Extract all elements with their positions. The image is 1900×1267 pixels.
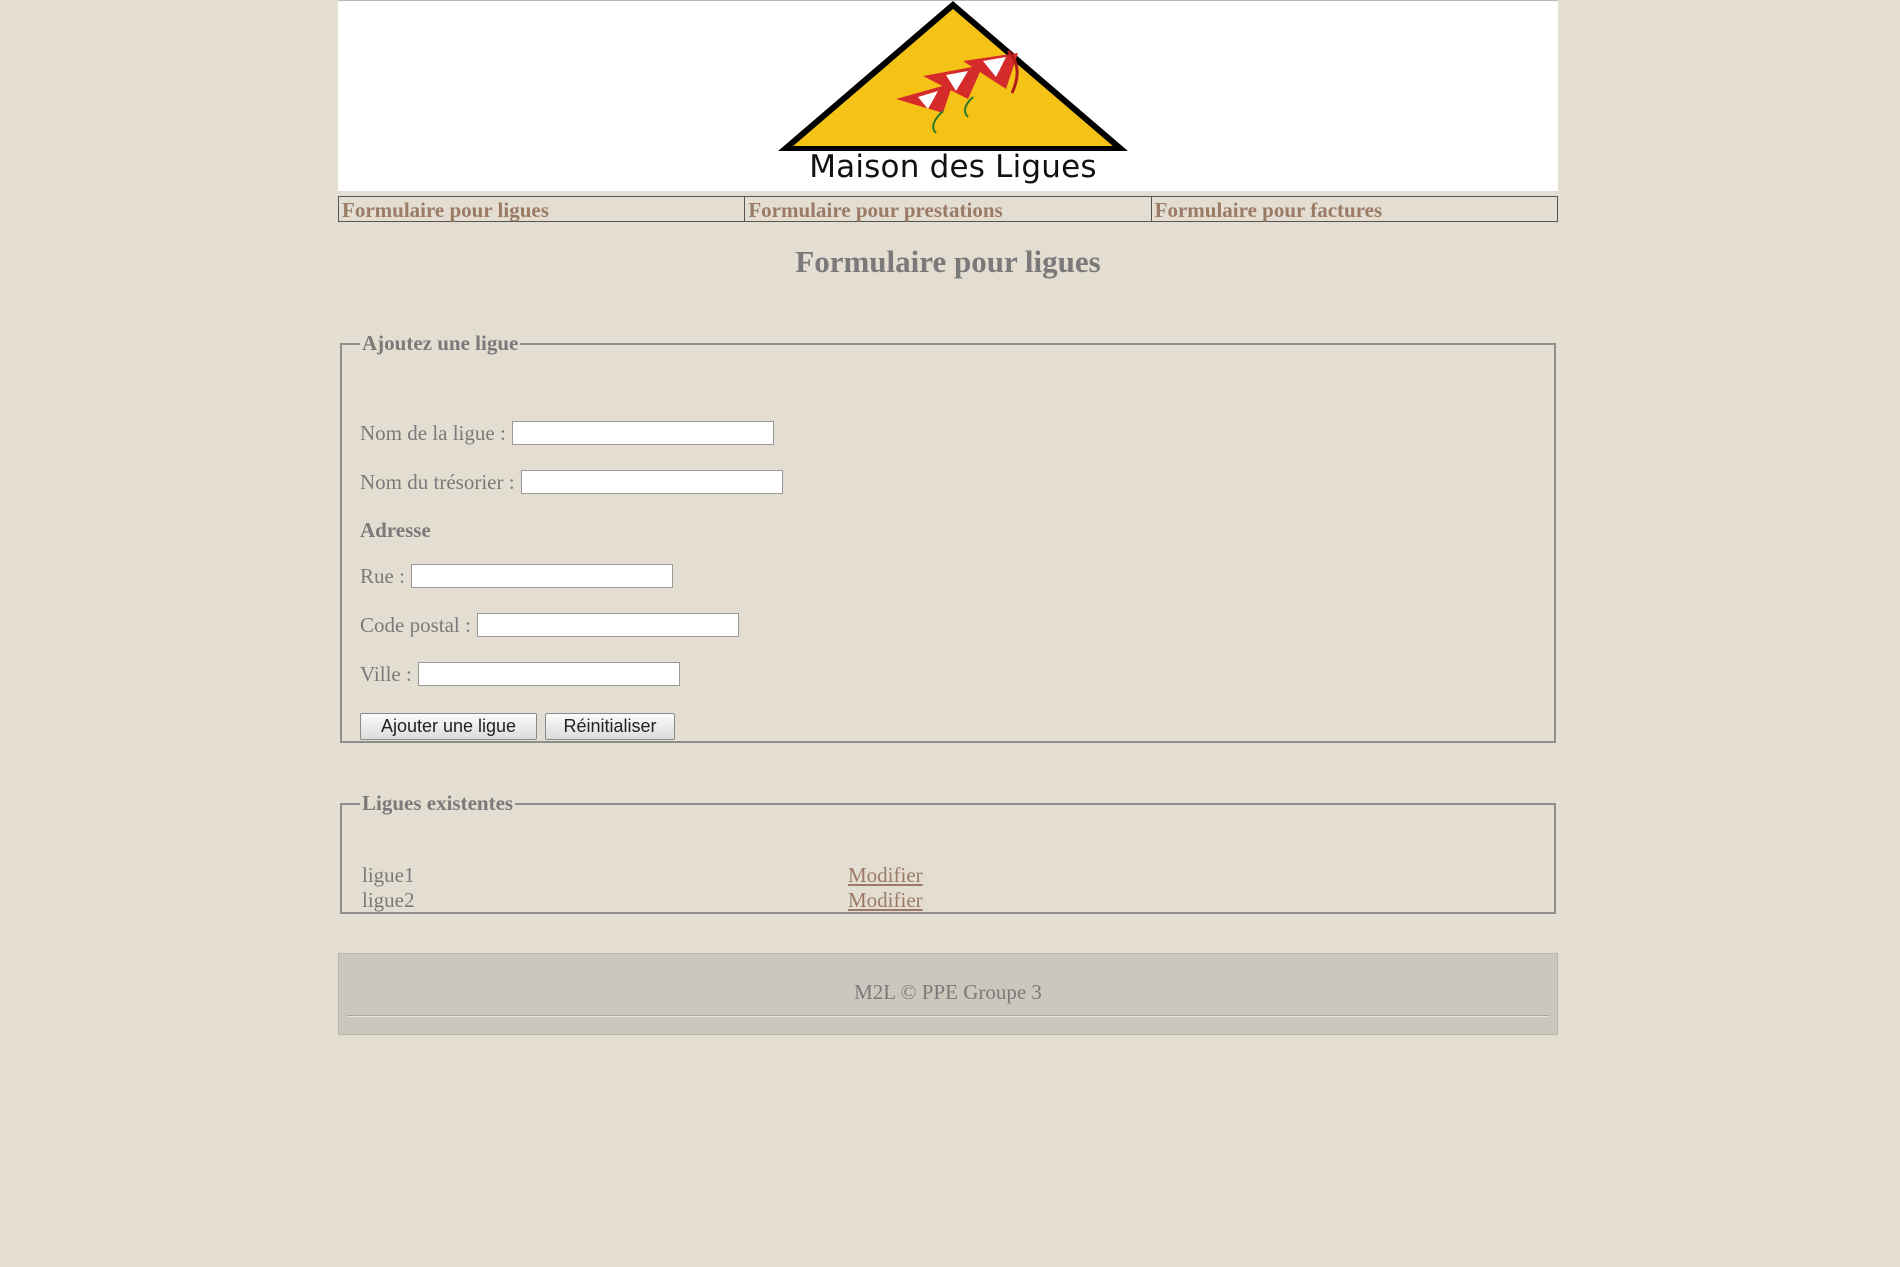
code-postal-row: Code postal : [360, 611, 739, 639]
page-title: Formulaire pour ligues [795, 244, 1101, 279]
footer: M2L © PPE Groupe 3 [338, 953, 1558, 1035]
modifier-link[interactable]: Modifier [848, 888, 923, 913]
add-ligue-button[interactable]: Ajouter une ligue [360, 713, 537, 740]
rue-row: Rue : [360, 562, 673, 590]
nom-ligue-label: Nom de la ligue : [360, 420, 506, 445]
list-item: ligue1 Modifier [362, 863, 1362, 889]
ligues-list-legend: Ligues existentes [362, 791, 514, 815]
nom-ligue-row: Nom de la ligue : [360, 419, 774, 447]
main-nav: Formulaire pour ligues Formulaire pour p… [338, 196, 1558, 222]
ville-input[interactable] [417, 662, 680, 686]
rue-input[interactable] [410, 564, 673, 588]
add-ligue-fieldset: Ajoutez une ligue Nom de la ligue : Nom … [340, 331, 1556, 743]
footer-divider [347, 1015, 1549, 1017]
logo-text: Maison des Ligues [809, 149, 1097, 185]
code-postal-input[interactable] [476, 613, 739, 637]
footer-copyright: M2L © PPE Groupe 3 [854, 980, 1042, 1004]
rue-label: Rue : [360, 563, 405, 588]
ligue-name: ligue2 [362, 888, 415, 912]
nav-link-factures[interactable]: Formulaire pour factures [1152, 197, 1557, 222]
ville-row: Ville : [360, 660, 680, 688]
header-banner: Maison des Ligues [338, 0, 1558, 191]
reset-button[interactable]: Réinitialiser [545, 713, 675, 740]
nom-ligue-input[interactable] [511, 421, 774, 445]
add-ligue-legend: Ajoutez une ligue [362, 331, 519, 355]
m2l-logo: Maison des Ligues [776, 1, 1130, 191]
nav-link-ligues[interactable]: Formulaire pour ligues [339, 197, 746, 222]
adresse-heading: Adresse [360, 518, 431, 542]
nav-link-prestations[interactable]: Formulaire pour prestations [745, 197, 1152, 222]
logo-triangle-icon [776, 1, 1130, 152]
modifier-link[interactable]: Modifier [848, 863, 923, 888]
ligues-list-fieldset: Ligues existentes ligue1 Modifier ligue2… [340, 791, 1556, 914]
code-postal-label: Code postal : [360, 612, 471, 637]
page-container: Maison des Ligues Formulaire pour ligues… [338, 0, 1558, 1035]
list-item: ligue2 Modifier [362, 888, 1362, 914]
ville-label: Ville : [360, 661, 412, 686]
ligue-name: ligue1 [362, 863, 415, 887]
nom-tresorier-label: Nom du trésorier : [360, 469, 515, 494]
nom-tresorier-input[interactable] [520, 470, 783, 494]
nom-tresorier-row: Nom du trésorier : [360, 468, 783, 496]
